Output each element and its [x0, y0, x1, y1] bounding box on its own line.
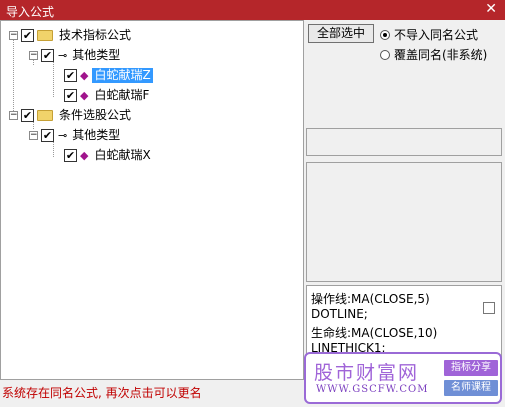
name-display-box: [306, 128, 502, 156]
tree-node-other-types-2[interactable]: − ✔ ⊸ 其他类型: [29, 127, 122, 143]
watermark-tag-course: 名师课程: [444, 380, 498, 396]
key-icon: ⊸: [58, 128, 67, 142]
tree-node-label: 白蛇献瑞F: [94, 87, 150, 102]
watermark-tag-share: 指标分享: [444, 360, 498, 376]
collapse-icon[interactable]: −: [9, 110, 18, 120]
tree-node-technical-indicators[interactable]: − ✔ 技术指标公式: [9, 27, 133, 43]
select-all-button[interactable]: 全部选中: [308, 24, 374, 43]
window-title: 导入公式: [6, 5, 55, 19]
title-bar: 导入公式 ✕: [0, 0, 505, 20]
tree-node-stock-selection[interactable]: − ✔ 条件选股公式: [9, 107, 133, 123]
checkbox[interactable]: ✔: [21, 28, 34, 42]
formula-icon: ◆: [80, 68, 89, 82]
folder-icon: [37, 109, 53, 121]
tree-node-formula-x[interactable]: ✔ ◆ 白蛇献瑞X: [61, 147, 153, 163]
radio-no-import[interactable]: 不导入同名公式: [380, 26, 478, 43]
code-line: DOTLINE;: [311, 307, 368, 321]
tree-node-label: 白蛇献瑞Z: [92, 67, 153, 83]
watermark-brand: 股市财富网: [314, 362, 420, 384]
key-icon: ⊸: [58, 48, 67, 62]
checkbox[interactable]: ✔: [64, 88, 77, 102]
formula-icon: ◆: [80, 88, 89, 102]
checkbox[interactable]: ✔: [64, 68, 77, 82]
tree-connector: [13, 37, 14, 113]
collapse-icon[interactable]: −: [29, 130, 38, 140]
tree-node-label: 技术指标公式: [59, 27, 132, 42]
radio-icon[interactable]: [380, 49, 390, 60]
formula-tree[interactable]: − ✔ 技术指标公式 − ✔ ⊸ 其他类型 ✔ ◆ 白蛇献瑞Z ✔ ◆ 白蛇献瑞…: [0, 20, 304, 380]
tree-node-label: 其他类型: [72, 127, 121, 142]
watermark-url: WWW.GSCFW.COM: [316, 384, 429, 395]
tree-node-label: 白蛇献瑞X: [94, 147, 151, 162]
tree-connector: [53, 141, 54, 157]
tree-node-label: 其他类型: [72, 47, 121, 62]
tree-node-other-types[interactable]: − ✔ ⊸ 其他类型: [29, 47, 122, 63]
checkbox[interactable]: ✔: [64, 148, 77, 162]
folder-icon: [37, 29, 53, 41]
tree-connector: [53, 61, 54, 97]
radio-overwrite[interactable]: 覆盖同名(非系统): [380, 46, 487, 63]
option-checkbox[interactable]: [483, 302, 495, 314]
close-icon[interactable]: ✕: [485, 1, 497, 17]
watermark-logo: 股市财富网 WWW.GSCFW.COM 指标分享 名师课程: [304, 352, 502, 404]
status-message: 系统存在同名公式, 再次点击可以更名: [2, 386, 202, 400]
code-line: 生命线:MA(CLOSE,10): [311, 326, 438, 340]
collapse-icon[interactable]: −: [29, 50, 38, 60]
collapse-icon[interactable]: −: [9, 30, 18, 40]
checkbox[interactable]: ✔: [41, 128, 54, 142]
tree-node-formula-z[interactable]: ✔ ◆ 白蛇献瑞Z: [61, 67, 153, 83]
checkbox[interactable]: ✔: [41, 48, 54, 62]
description-box: [306, 162, 502, 282]
formula-icon: ◆: [80, 148, 89, 162]
radio-label: 覆盖同名(非系统): [394, 48, 488, 62]
tree-node-label: 条件选股公式: [59, 107, 132, 122]
radio-selected-icon[interactable]: [380, 29, 390, 40]
checkbox[interactable]: ✔: [21, 108, 34, 122]
tree-node-formula-f[interactable]: ✔ ◆ 白蛇献瑞F: [61, 87, 151, 103]
radio-label: 不导入同名公式: [394, 28, 479, 42]
code-line: 操作线:MA(CLOSE,5): [311, 292, 430, 306]
